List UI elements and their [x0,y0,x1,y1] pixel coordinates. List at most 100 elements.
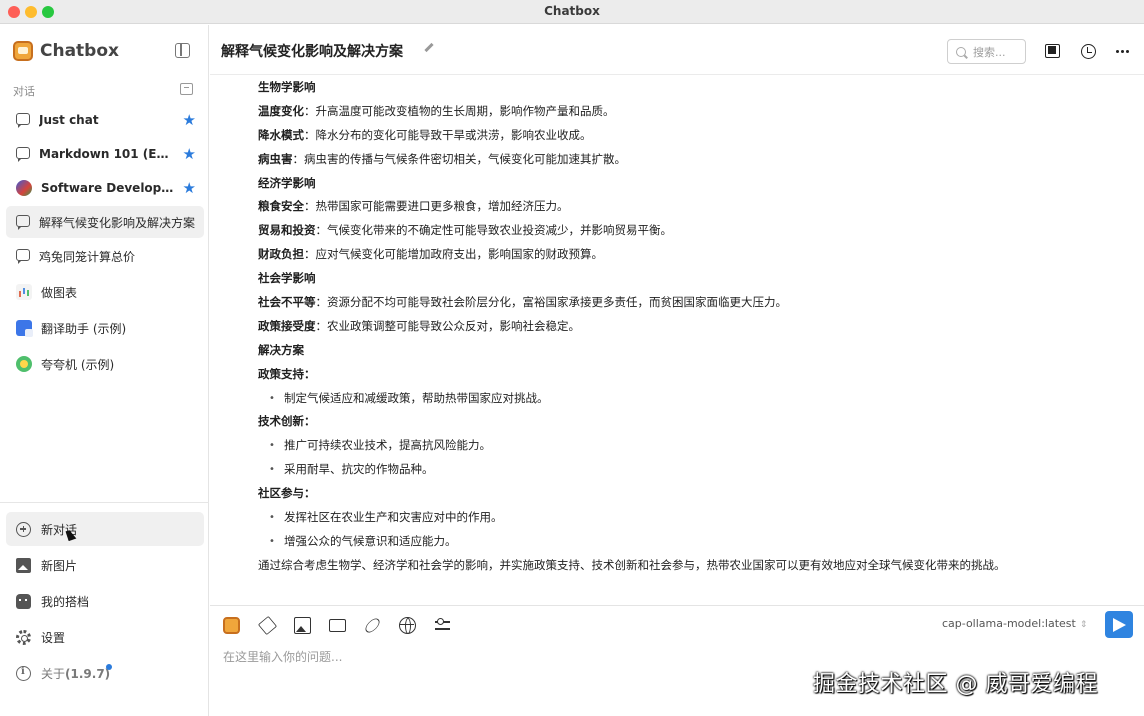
conversation-label: 夸夸机 (示例) [41,357,115,372]
update-badge [106,664,112,670]
section-label: 对话 [13,85,35,98]
star-icon[interactable]: ★ [183,179,196,197]
edit-pencil-icon[interactable] [424,42,434,53]
collapse-sidebar-icon[interactable] [175,43,190,58]
about-label: 关于(1.9.7) [41,666,111,681]
conversation-label: 鸡兔同笼计算总价 [39,249,136,264]
conversation-label: 翻译助手 (示例) [41,321,127,336]
chevron-updown-icon: ⇕ [1079,620,1088,630]
bullet-item: 采用耐旱、抗灾的作物品种。 [258,458,1118,482]
sidebar: Chatbox 对话 Just chat ★ Markdown 101 (Exa… [0,25,209,716]
conversation-label: Just chat [39,113,99,127]
brand-name: Chatbox [40,41,119,61]
sub-heading: 技术创新： [258,414,316,429]
search-placeholder: 搜索... [973,45,1006,59]
folder-icon[interactable] [329,619,346,632]
conversation-item[interactable]: Markdown 101 (Example) ★ [6,138,204,170]
message-line: 降水模式：降水分布的变化可能导致干旱或洪涝，影响农业收成。 [258,127,592,142]
new-image-button[interactable]: 新图片 [6,548,204,582]
settings-button[interactable]: 设置 [6,620,204,654]
chat-icon [16,215,30,230]
message-line: 病虫害：病虫害的传播与气候条件密切相关，气候变化可能加速其扩散。 [258,151,626,166]
settings-sliders-icon[interactable] [435,617,451,634]
sub-heading: 政策支持： [258,366,316,381]
star-icon[interactable]: ★ [183,145,196,163]
sub-heading: 社区参与： [258,486,316,501]
praise-icon [16,356,32,372]
info-icon [16,665,31,681]
add-circle-icon [16,521,31,537]
page-title: 解释气候变化影响及解决方案 [221,44,403,60]
chat-icon [16,113,30,128]
bullet-item: 推广可持续农业技术，提高抗风险能力。 [258,434,1118,458]
message-line: 粮食安全：热带国家可能需要进口更多粮食，增加经济压力。 [258,199,569,214]
chatbox-logo-icon [13,41,33,61]
new-image-label: 新图片 [41,558,78,573]
section-heading: 生物学影响 [258,80,316,94]
brand: Chatbox [13,39,119,63]
section-heading: 解决方案 [258,342,304,357]
chat-header: 解释气候变化影响及解决方案 搜索... [210,25,1144,75]
section-heading: 社会学影响 [258,271,316,286]
avatar-icon [16,180,32,196]
input-area: cap-ollama-model:latest ⇕ [210,605,1144,716]
message-line: 社会不平等：资源分配不均可能导致社会阶层分化，富裕国家承接更多责任，而贫困国家面… [258,295,787,310]
my-partners-label: 我的搭档 [41,594,90,609]
toggle-panel-icon[interactable] [1045,44,1060,58]
conversation-item[interactable]: 做图表 [6,276,204,308]
conversation-item[interactable]: 鸡兔同笼计算总价 [6,240,204,272]
translate-icon [16,320,33,337]
settings-label: 设置 [41,630,66,645]
chart-icon [16,284,32,300]
bullet-item: 增强公众的气候意识和适应能力。 [258,530,1118,554]
globe-icon[interactable] [399,617,416,634]
robot-icon [16,593,31,609]
chat-icon [16,147,30,162]
image-icon [16,557,31,573]
conversation-item[interactable]: Just chat ★ [6,104,204,136]
new-chat-button[interactable]: 新对话 [6,512,204,546]
message-line: 贸易和投资：气候变化带来的不确定性可能导致农业投资减少，并影响贸易平衡。 [258,223,672,238]
more-options-icon[interactable] [1116,50,1130,53]
gear-icon [16,629,31,645]
bullet-item: 制定气候适应和减缓政策，帮助热带国家应对挑战。 [258,387,1118,411]
about-button[interactable]: 关于(1.9.7) [6,656,204,690]
image-icon[interactable] [294,617,311,634]
window-title: Chatbox [544,4,600,18]
model-select[interactable]: cap-ollama-model:latest ⇕ [942,617,1087,630]
conversation-item[interactable]: 夸夸机 (示例) [6,348,204,380]
message-line: 财政负担：应对气候变化可能增加政府支出，影响国家的财政预算。 [258,247,603,262]
message-line: 温度变化：升高温度可能改变植物的生长周期，影响作物产量和品质。 [258,103,615,118]
title-bar: Chatbox [0,0,1144,24]
chat-input[interactable] [223,646,1103,668]
conversation-item[interactable]: Software Developer (Example) ★ [6,172,204,204]
chatbox-logo-icon[interactable] [223,617,240,634]
message-line: 政策接受度：农业政策调整可能导致公众反对，影响社会稳定。 [258,318,580,333]
assistant-message: 生物学影响 温度变化：升高温度可能改变植物的生长周期，影响作物产量和品质。 降水… [258,76,1118,578]
history-icon[interactable] [1081,44,1096,59]
conversation-label: Software Developer (Example) [41,181,177,195]
search-input[interactable]: 搜索... [947,39,1026,64]
section-heading: 经济学影响 [258,175,316,190]
eraser-icon[interactable] [257,615,278,636]
conversation-list: Just chat ★ Markdown 101 (Example) ★ Sof… [6,104,204,382]
conversation-label: Markdown 101 (Example) [39,147,175,161]
star-icon[interactable]: ★ [183,111,196,129]
app-window: Chatbox Chatbox 对话 Just chat ★ Markdown … [0,0,1144,716]
conversation-item-active[interactable]: 解释气候变化影响及解决方案 [6,206,204,238]
watermark: 掘金技术社区 @ 威哥爱编程 [813,672,1098,697]
conversation-label: 解释气候变化影响及解决方案 [39,215,196,230]
send-button[interactable] [1105,611,1133,638]
archive-icon[interactable] [180,83,193,95]
conclusion-line: 通过综合考虑生物学、经济学和社会学的影响，并实施政策支持、技术创新和社会参与，热… [258,557,1006,572]
search-icon [956,46,966,57]
conversation-label: 做图表 [41,285,78,300]
link-icon[interactable] [363,616,382,635]
chat-icon [16,249,30,264]
sidebar-divider [0,502,209,503]
bullet-item: 发挥社区在农业生产和灾害应对中的作用。 [258,506,1118,530]
version-label: (1.9.7) [65,666,111,681]
my-partners-button[interactable]: 我的搭档 [6,584,204,618]
sidebar-menu: 新对话 新图片 我的搭档 设置 关于(1.9.7) [6,512,204,692]
conversation-item[interactable]: 翻译助手 (示例) [6,312,204,344]
